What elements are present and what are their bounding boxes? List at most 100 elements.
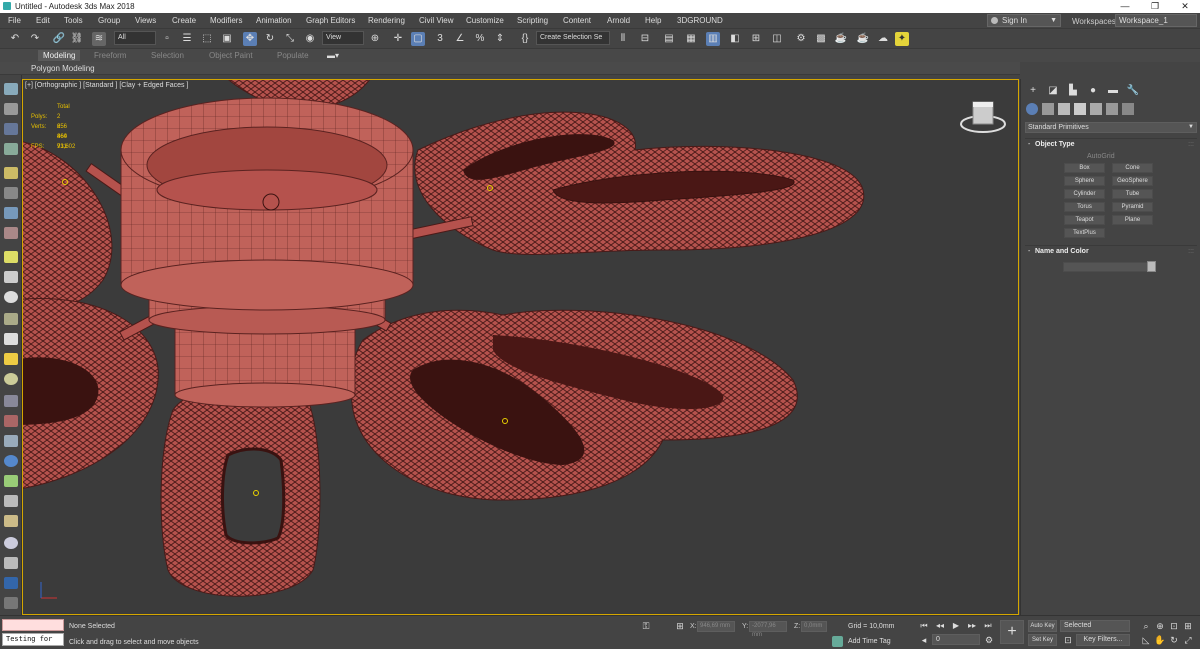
motion-tab-icon[interactable]: ● [1085, 83, 1101, 99]
redo-icon[interactable]: ↷ [28, 32, 42, 46]
x-coordinate-field[interactable]: 946,69 mm [697, 621, 735, 632]
menu-content[interactable]: Content [563, 16, 591, 25]
menu-edit[interactable]: Edit [36, 16, 50, 25]
globe-icon[interactable] [4, 455, 18, 467]
maximize-button[interactable]: ❐ [1140, 0, 1170, 13]
cameras-icon[interactable] [1074, 103, 1086, 115]
particle-icon[interactable] [4, 395, 18, 407]
toggle-ribbon-icon[interactable]: ▥ [706, 32, 720, 46]
camera-icon[interactable] [4, 187, 18, 199]
selection-filter-dropdown[interactable]: All [114, 31, 156, 45]
render-in-cloud-icon[interactable]: ☁ [876, 32, 890, 46]
set-key-button[interactable]: Set Key [1028, 634, 1057, 646]
align-icon[interactable]: ⊟ [638, 32, 652, 46]
current-frame-field[interactable]: 0 [932, 634, 980, 645]
render-production-icon[interactable]: ☕ [834, 32, 848, 46]
tab-freeform[interactable]: Freeform [94, 51, 126, 60]
helpers-icon[interactable] [1090, 103, 1102, 115]
env-icon[interactable] [4, 271, 18, 283]
isolate-selection-icon[interactable]: ⚿ [640, 620, 652, 632]
display-tab-icon[interactable]: ▬ [1105, 83, 1121, 99]
menu-scripting[interactable]: Scripting [517, 16, 548, 25]
rect-selection-icon[interactable]: ⬚ [200, 32, 214, 46]
teapot-button[interactable]: Teapot [1064, 215, 1105, 225]
utilities-tab-icon[interactable]: 🔧 [1125, 83, 1141, 99]
layer-explorer-icon[interactable]: ▦ [684, 32, 698, 46]
render-iterative-icon[interactable]: ☕ [856, 32, 870, 46]
mirror-icon[interactable]: ⫴ [616, 32, 630, 46]
pyramid-button[interactable]: Pyramid [1112, 202, 1153, 212]
tab-populate[interactable]: Populate [277, 51, 309, 60]
auto-key-button[interactable]: Auto Key [1028, 620, 1057, 632]
sphere-button[interactable]: Sphere [1064, 176, 1105, 186]
maximize-viewport-icon[interactable]: ⤢ [1182, 634, 1194, 646]
select-by-name-icon[interactable]: ☰ [180, 32, 194, 46]
primitive-category-dropdown[interactable]: Standard Primitives ▼ [1025, 122, 1197, 133]
tab-selection[interactable]: Selection [151, 51, 184, 60]
sun-icon[interactable] [4, 353, 18, 365]
character-icon[interactable] [4, 435, 18, 447]
time-tag-icon[interactable] [832, 636, 843, 647]
ribbon-options-icon[interactable]: ▬▾ [327, 51, 339, 60]
foliage-icon[interactable] [4, 475, 18, 487]
perspective-viewport[interactable]: [+] [Orthographic ] [Standard ] [Clay + … [22, 79, 1019, 615]
systems-icon[interactable] [1122, 103, 1134, 115]
menu-file[interactable]: File [8, 16, 21, 25]
close-button[interactable]: ✕ [1170, 0, 1200, 13]
menu-views[interactable]: Views [135, 16, 156, 25]
zoom-extents-all-icon[interactable]: ⊞ [1182, 620, 1194, 632]
cylinder-button[interactable]: Cylinder [1064, 189, 1105, 199]
unlink-icon[interactable]: ⛓ [70, 32, 84, 46]
utility-icon[interactable] [4, 597, 18, 609]
lights-icon[interactable] [1058, 103, 1070, 115]
zoom-extents-icon[interactable]: ⊡ [1168, 620, 1180, 632]
object-icon[interactable] [4, 557, 18, 569]
layout-split-icon[interactable] [4, 143, 18, 155]
percent-snap-icon[interactable]: % [473, 32, 487, 46]
spinner-snap-icon[interactable]: ⇕ [493, 32, 507, 46]
window-crossing-icon[interactable]: ▣ [220, 32, 234, 46]
spot-icon[interactable] [4, 333, 18, 345]
add-time-tag[interactable]: Add Time Tag [848, 638, 891, 645]
arnold-icon[interactable]: ✦ [895, 32, 909, 46]
sphere-icon[interactable] [4, 291, 18, 303]
create-tab-icon[interactable]: + [1025, 83, 1041, 99]
textplus-button[interactable]: TextPlus [1064, 228, 1105, 238]
zoom-icon[interactable]: ⌕ [1140, 620, 1152, 632]
select-scale-icon[interactable]: ⤡ [283, 32, 297, 46]
maxscript-listener-output[interactable] [2, 619, 64, 631]
orbit-icon[interactable]: ↻ [1168, 634, 1180, 646]
object-name-field[interactable] [1063, 262, 1148, 272]
torus-button[interactable]: Torus [1064, 202, 1105, 212]
layout-tab-icon[interactable] [4, 103, 18, 115]
object-color-swatch[interactable] [1147, 261, 1156, 272]
keyboard-shortcut-override-icon[interactable]: ▢ [411, 32, 425, 46]
workspace-select[interactable]: Workspace_1 [1115, 14, 1197, 27]
hierarchy-tab-icon[interactable]: ▙ [1065, 83, 1081, 99]
shapes-icon[interactable] [1042, 103, 1054, 115]
bind-space-warp-icon[interactable]: ≋ [92, 32, 106, 46]
layout-grid-icon[interactable] [4, 123, 18, 135]
play-icon[interactable]: ▶ [950, 620, 962, 632]
pan-icon[interactable]: ✋ [1154, 634, 1166, 646]
object-type-rollout[interactable]: - Object Type ::: [1025, 138, 1197, 150]
modify-tab-icon[interactable]: ◪ [1045, 83, 1061, 99]
absolute-mode-icon[interactable]: ⊞ [674, 620, 686, 632]
minimize-button[interactable]: — [1110, 0, 1140, 13]
bone-icon[interactable] [4, 415, 18, 427]
edit-named-selection-icon[interactable]: {} [518, 32, 532, 46]
skylight-icon[interactable] [4, 373, 18, 385]
key-mode-icon[interactable]: ◂ [918, 634, 930, 646]
menu-modifiers[interactable]: Modifiers [210, 16, 242, 25]
undo-icon[interactable]: ↶ [8, 32, 22, 46]
previous-frame-icon[interactable]: ◂◂ [934, 620, 946, 632]
menu-help[interactable]: Help [645, 16, 661, 25]
plane-button[interactable]: Plane [1112, 215, 1153, 225]
select-rotate-icon[interactable]: ↻ [263, 32, 277, 46]
menu-3dground[interactable]: 3DGROUND [677, 16, 723, 25]
cone-button[interactable]: Cone [1112, 163, 1153, 173]
helper-icon[interactable] [4, 207, 18, 219]
link-icon[interactable]: 🔗 [52, 32, 66, 46]
populate-icon[interactable] [4, 515, 18, 527]
space-warps-icon[interactable] [1106, 103, 1118, 115]
